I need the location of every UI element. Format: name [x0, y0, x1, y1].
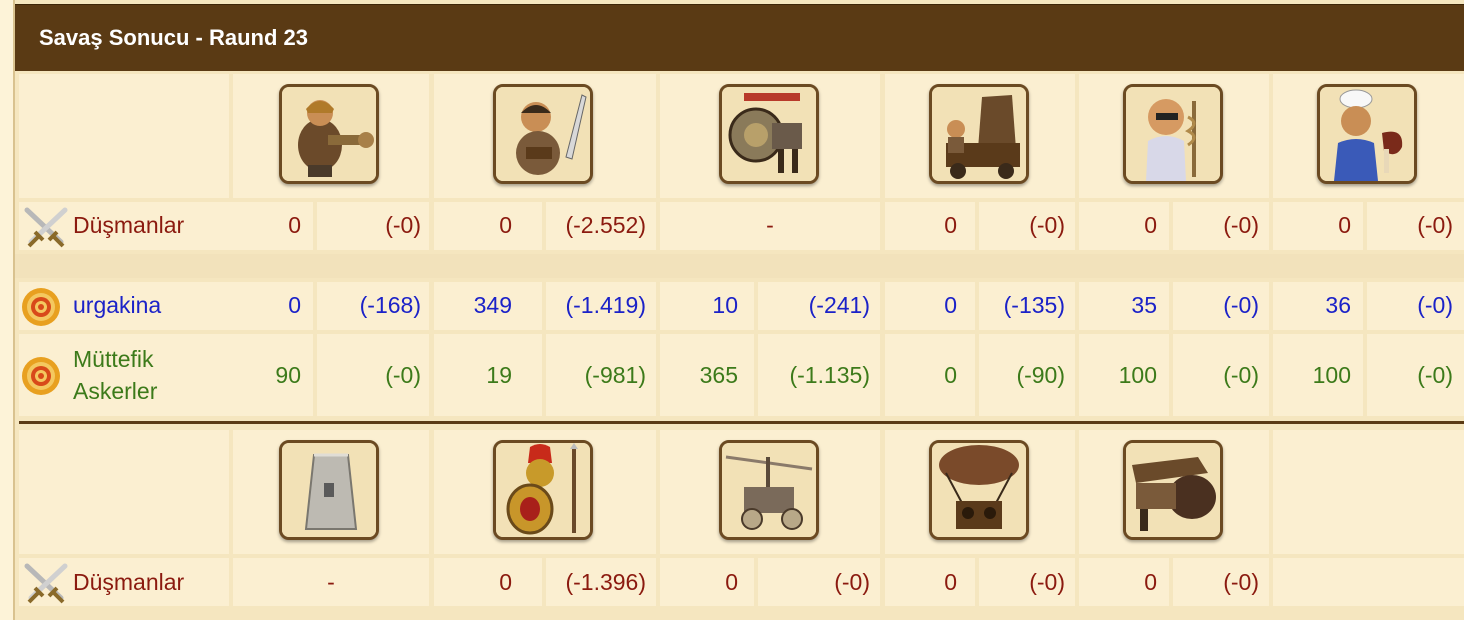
enemy-loss-4: (-0)	[1029, 212, 1065, 238]
player-loss-6: (-0)	[1417, 292, 1453, 318]
enemy2-count-4: 0	[944, 569, 957, 595]
doctor-unit-icon[interactable]	[1123, 84, 1223, 184]
enemy2-count-2: 0	[499, 569, 512, 595]
player-count-2: 349	[473, 292, 512, 318]
enemy2-loss-2: (-1.396)	[565, 569, 646, 595]
swordsman-unit-icon[interactable]	[493, 84, 593, 184]
player-count-5: 35	[1131, 292, 1157, 318]
hoplite-unit-icon[interactable]	[493, 440, 593, 540]
crossed-swords-icon	[24, 563, 68, 604]
enemy2-loss-5: (-0)	[1223, 569, 1259, 595]
player-count-3: 10	[712, 292, 738, 318]
allies-label-line1: Müttefik	[73, 346, 154, 372]
battle-report-panel: Savaş Sonucu - Raund 23 Düşmanlar 0 (-0)…	[13, 0, 1464, 620]
enemy-loss-6: (-0)	[1417, 212, 1453, 238]
section-divider	[19, 421, 1464, 424]
enemy-loss-2: (-2.552)	[565, 212, 646, 238]
ally-count-6: 100	[1312, 362, 1351, 388]
enemies-label: Düşmanlar	[73, 569, 185, 595]
enemy-count-6: 0	[1338, 212, 1351, 238]
label-column-cell	[19, 74, 229, 198]
ally-count-1: 90	[275, 362, 301, 388]
enemy-count-5: 0	[1144, 212, 1157, 238]
ally-count-2: 19	[486, 362, 512, 388]
ally-loss-6: (-0)	[1417, 362, 1453, 388]
cook-unit-icon[interactable]	[1317, 84, 1417, 184]
enemy-count-2: 0	[499, 212, 512, 238]
player-name-link[interactable]: urgakina	[73, 290, 161, 321]
enemy2-loss-3: (-0)	[834, 569, 870, 595]
enemies-label: Düşmanlar	[73, 212, 185, 238]
empty-column	[1273, 430, 1464, 554]
player-loss-4: (-135)	[1003, 292, 1065, 318]
gyrocopter-unit-icon[interactable]	[719, 440, 819, 540]
battering-ram-unit-icon[interactable]	[929, 84, 1029, 184]
player-count-6: 36	[1325, 292, 1351, 318]
enemy-dash-3: -	[766, 212, 774, 238]
ally-loss-3: (-1.135)	[789, 362, 870, 388]
player-count-1: 0	[288, 292, 301, 318]
spacer-band	[15, 254, 1464, 278]
enemy2-count-5: 0	[1144, 569, 1157, 595]
player-count-4: 0	[944, 292, 957, 318]
ally-count-3: 365	[699, 362, 738, 388]
empty-cell	[1273, 558, 1464, 606]
steam-giant-unit-icon[interactable]	[719, 84, 819, 184]
page-title: Savaş Sonucu - Raund 23	[39, 25, 308, 50]
enemy2-loss-4: (-0)	[1029, 569, 1065, 595]
enemy-loss-5: (-0)	[1223, 212, 1259, 238]
enemy2-count-3: 0	[725, 569, 738, 595]
ally-count-5: 100	[1118, 362, 1157, 388]
ally-loss-2: (-981)	[584, 362, 646, 388]
player-loss-5: (-0)	[1223, 292, 1259, 318]
target-icon	[22, 357, 60, 395]
label-column-cell	[19, 430, 229, 554]
crossed-swords-icon	[24, 207, 68, 248]
steam-ram-unit-icon[interactable]	[1123, 440, 1223, 540]
enemy-count-4: 0	[944, 212, 957, 238]
player-loss-3: (-241)	[808, 292, 870, 318]
enemy-count-1: 0	[288, 212, 301, 238]
wall-unit-icon[interactable]	[279, 440, 379, 540]
player-loss-1: (-168)	[359, 292, 421, 318]
target-icon	[22, 288, 60, 326]
allies-label-line2: Askerler	[73, 378, 158, 404]
player-loss-2: (-1.419)	[565, 292, 646, 318]
gunner-unit-icon[interactable]	[279, 84, 379, 184]
ally-loss-5: (-0)	[1223, 362, 1259, 388]
ally-loss-1: (-0)	[385, 362, 421, 388]
title-bar: Savaş Sonucu - Raund 23	[15, 4, 1464, 71]
ally-loss-4: (-90)	[1016, 362, 1065, 388]
balloon-bomber-unit-icon[interactable]	[929, 440, 1029, 540]
enemy-loss-1: (-0)	[385, 212, 421, 238]
enemy2-dash-1: -	[327, 569, 335, 595]
ally-count-4: 0	[944, 362, 957, 388]
